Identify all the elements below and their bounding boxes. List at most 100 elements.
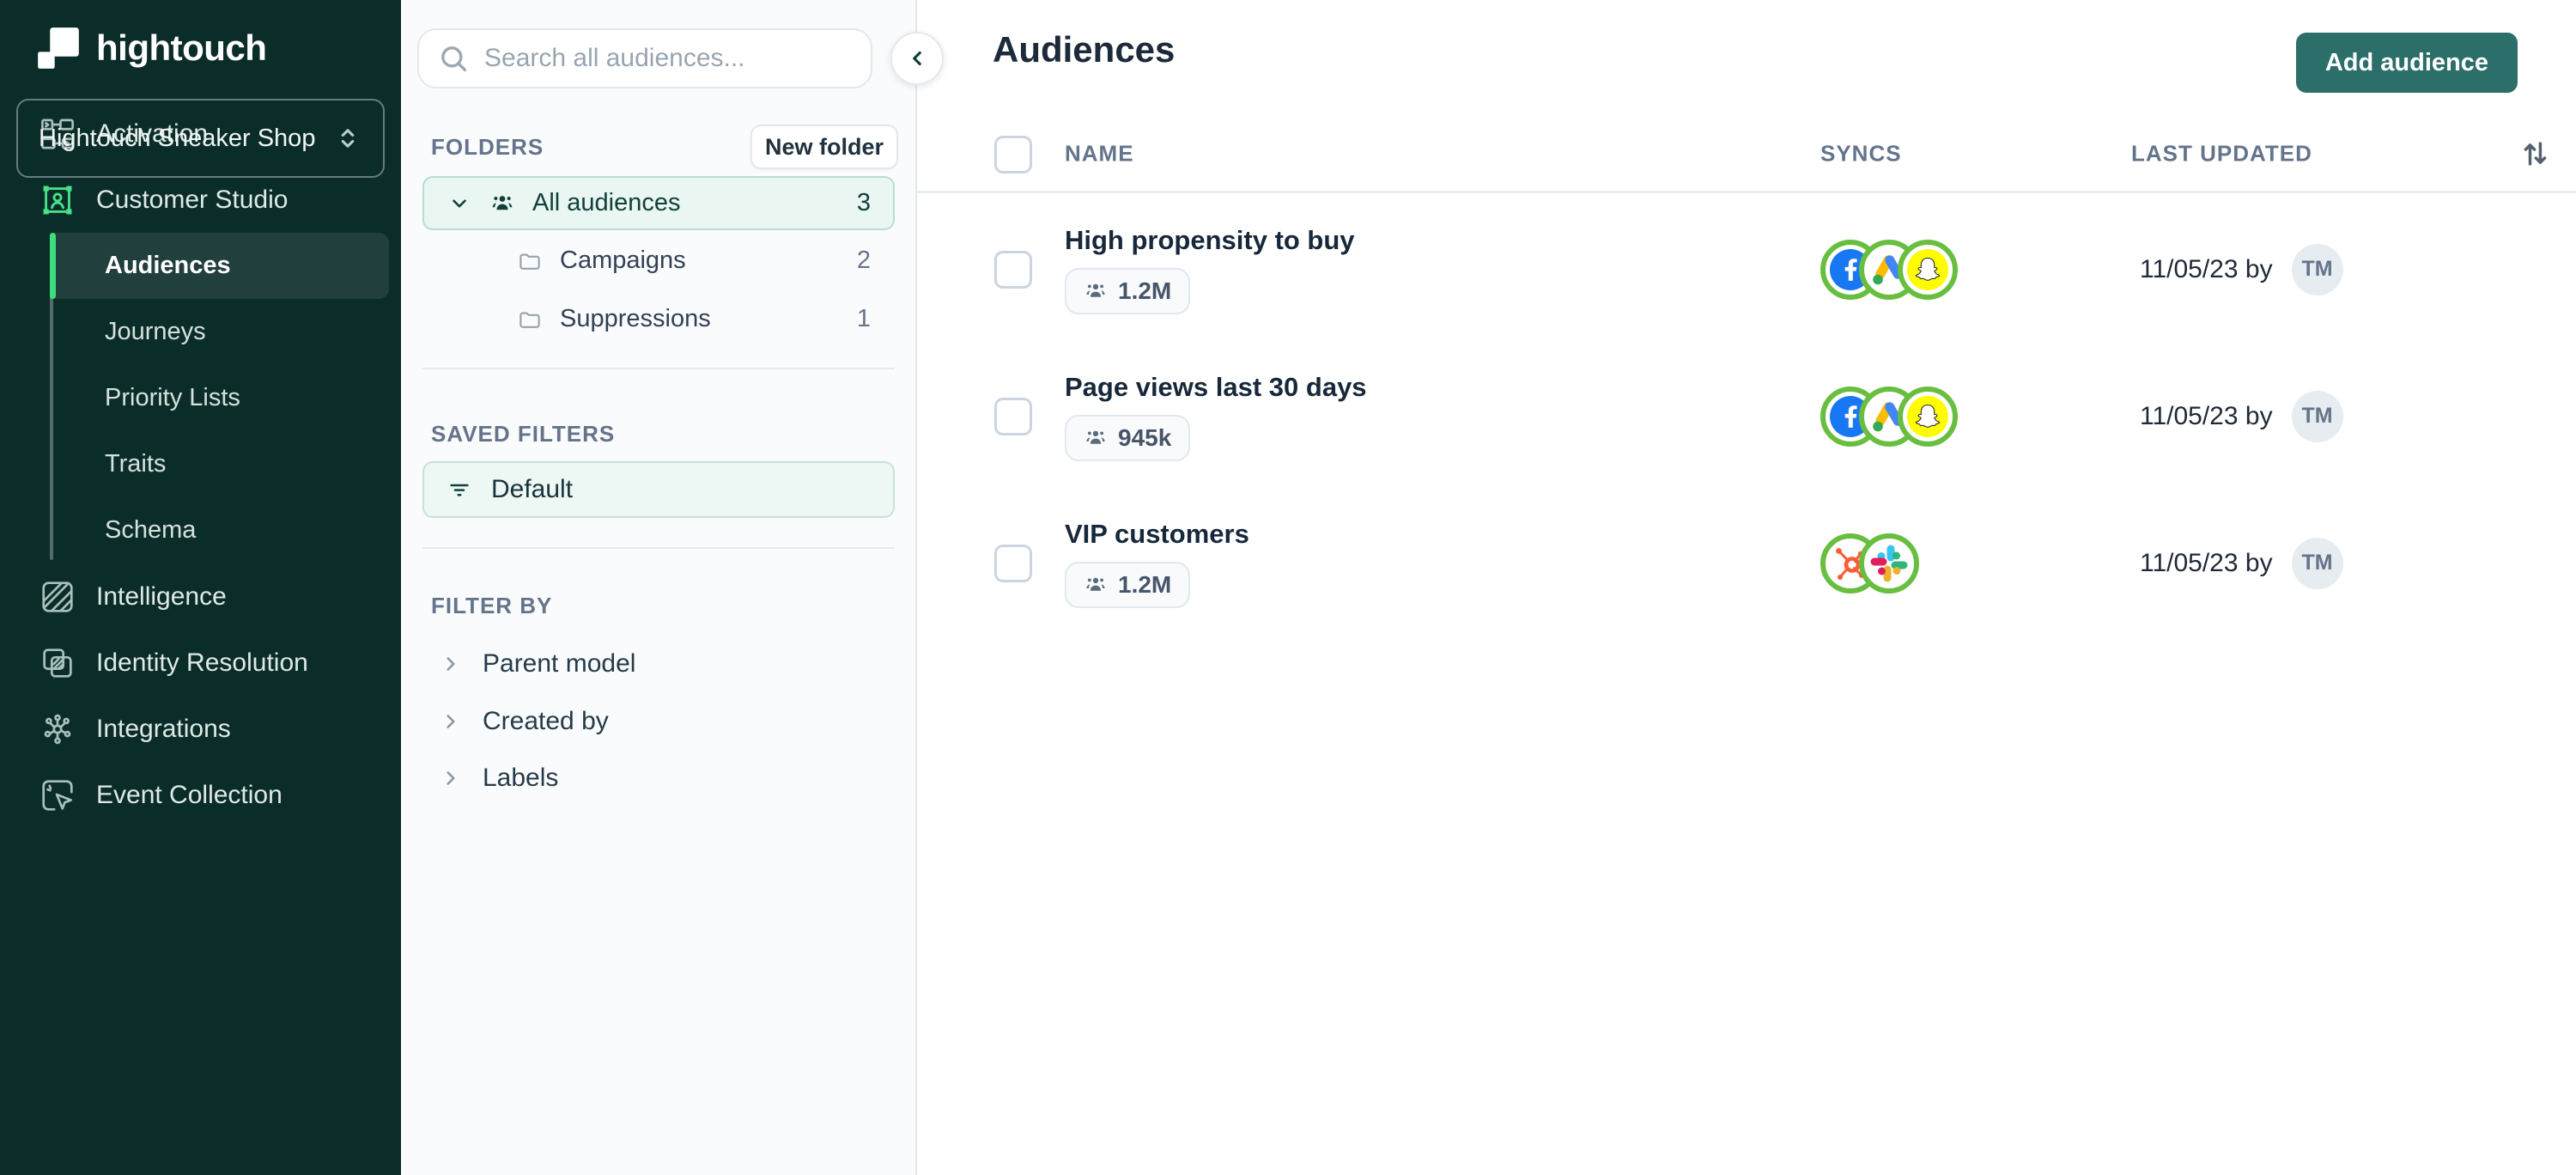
sidebar-item-schema[interactable]: Schema: [50, 497, 389, 563]
panel-divider: [422, 368, 895, 369]
filter-by-label: Labels: [483, 764, 559, 792]
avatar: TM: [2291, 390, 2343, 442]
collapse-panel-button[interactable]: [890, 32, 944, 85]
folder-all-audiences[interactable]: All audiences 3: [422, 176, 895, 230]
filter-panel: FOLDERS New folder All audiences 3 Campa…: [401, 0, 917, 1175]
audience-name[interactable]: VIP customers: [1065, 519, 1249, 550]
workspace-selector[interactable]: Hightouch Sneaker Shop: [16, 99, 385, 178]
users-icon: [1086, 283, 1105, 297]
saved-filters-title: SAVED FILTERS: [431, 421, 616, 447]
folder-label: All audiences: [532, 189, 681, 216]
sidebar-item-label: Event Collection: [96, 780, 283, 809]
column-header-name: NAME: [1065, 140, 1134, 167]
chevron-left-icon: [913, 51, 921, 66]
audience-name-block: Page views last 30 days 945k: [1065, 372, 1367, 461]
sort-icon[interactable]: [2516, 135, 2554, 173]
last-updated-cell: 11/05/23 by TM: [2140, 537, 2343, 589]
sidebar-item-event-collection[interactable]: Event Collection: [0, 762, 401, 828]
sync-destinations: [1820, 533, 1919, 594]
chevron-right-icon: [447, 771, 455, 785]
last-updated-text: 11/05/23 by: [2140, 254, 2273, 283]
table-header: NAME SYNCS LAST UPDATED: [917, 117, 2576, 193]
audience-name-block: VIP customers 1.2M: [1065, 519, 1249, 608]
sidebar-item-priority-lists[interactable]: Priority Lists: [50, 365, 389, 431]
sidebar-item-label: Identity Resolution: [96, 648, 308, 677]
sidebar-item-identity-resolution[interactable]: Identity Resolution: [0, 630, 401, 696]
audience-users-icon: [492, 195, 513, 210]
sidebar-item-intelligence[interactable]: Intelligence: [0, 563, 401, 630]
sidebar-item-label: Audiences: [105, 252, 231, 279]
audience-name[interactable]: High propensity to buy: [1065, 225, 1355, 256]
snapchat-icon: [1898, 239, 1958, 300]
folder-count: 1: [856, 305, 871, 332]
panel-divider: [422, 547, 895, 549]
sync-destinations: [1820, 386, 1958, 447]
last-updated-cell: 11/05/23 by TM: [2140, 243, 2343, 295]
sidebar-item-label: Journeys: [105, 318, 206, 345]
workspace-name: Hightouch Sneaker Shop: [39, 124, 316, 152]
users-icon: [1086, 430, 1105, 444]
main-content: Audiences Add audience NAME SYNCS LAST U…: [917, 0, 2576, 1175]
saved-filter-default[interactable]: Default: [422, 461, 895, 518]
avatar: TM: [2291, 537, 2343, 589]
audience-table-rows: High propensity to buy 1.2M 11/05/23 by …: [917, 196, 2576, 636]
column-header-last-updated: LAST UPDATED: [2131, 140, 2312, 167]
folder-icon: [519, 253, 540, 270]
chevron-down-icon: [453, 198, 466, 208]
hightouch-logo: hightouch: [0, 0, 401, 70]
column-header-syncs: SYNCS: [1820, 140, 1902, 167]
folder-campaigns[interactable]: Campaigns 2: [422, 234, 895, 288]
sidebar-item-label: Customer Studio: [96, 185, 289, 214]
table-row[interactable]: High propensity to buy 1.2M 11/05/23 by …: [917, 196, 2576, 343]
customer-studio-icon: [38, 180, 77, 220]
row-checkbox[interactable]: [994, 397, 1032, 435]
logo-wordmark: hightouch: [96, 27, 267, 68]
app-root: hightouch Hightouch Sneaker Shop Activat…: [0, 0, 2576, 1175]
sidebar-item-journeys[interactable]: Journeys: [50, 299, 389, 365]
audience-size: 945k: [1118, 423, 1172, 451]
row-checkbox[interactable]: [994, 250, 1032, 289]
avatar: TM: [2291, 243, 2343, 295]
folder-label: Suppressions: [560, 305, 711, 332]
select-all-checkbox[interactable]: [994, 136, 1032, 174]
sidebar-item-integrations[interactable]: Integrations: [0, 696, 401, 762]
sidebar-item-label: Priority Lists: [105, 384, 240, 411]
add-audience-button[interactable]: Add audience: [2295, 33, 2518, 93]
audience-size: 1.2M: [1118, 570, 1172, 598]
sidebar-nav: Activation Customer Studio Audiences Jou…: [0, 100, 401, 828]
filter-by-parent-model[interactable]: Parent model: [440, 636, 886, 692]
sidebar-item-label: Schema: [105, 516, 197, 544]
filter-by-created-by[interactable]: Created by: [440, 693, 886, 750]
audience-name-block: High propensity to buy 1.2M: [1065, 225, 1355, 314]
new-folder-button[interactable]: New folder: [750, 125, 898, 169]
row-checkbox[interactable]: [994, 544, 1032, 582]
folder-count: 2: [856, 247, 871, 274]
sidebar-item-label: Intelligence: [96, 581, 227, 611]
last-updated-cell: 11/05/23 by TM: [2140, 390, 2343, 442]
table-row[interactable]: VIP customers 1.2M 11/05/23 by TM: [917, 490, 2576, 636]
audience-name[interactable]: Page views last 30 days: [1065, 372, 1367, 403]
audience-size: 1.2M: [1118, 277, 1172, 304]
slack-icon: [1859, 533, 1919, 594]
sidebar-item-label: Integrations: [96, 714, 231, 743]
audience-size-badge: 945k: [1065, 414, 1191, 461]
folder-count: 3: [856, 189, 871, 216]
filter-by-labels[interactable]: Labels: [440, 750, 886, 807]
chevron-right-icon: [447, 715, 455, 728]
filter-by-label: Created by: [483, 707, 609, 735]
identity-resolution-icon: [38, 643, 77, 683]
search-box: [417, 28, 872, 88]
table-row[interactable]: Page views last 30 days 945k 11/05/23 by…: [917, 343, 2576, 490]
sidebar-item-traits[interactable]: Traits: [50, 431, 389, 497]
audience-size-badge: 1.2M: [1065, 267, 1191, 314]
audience-size-badge: 1.2M: [1065, 561, 1191, 608]
saved-filter-label: Default: [491, 475, 574, 503]
search-input[interactable]: [484, 44, 854, 73]
sidebar-item-audiences[interactable]: Audiences: [50, 233, 389, 299]
page-title: Audiences: [993, 29, 1176, 70]
intelligence-icon: [38, 577, 77, 617]
snapchat-icon: [1898, 386, 1958, 447]
filter-lines-icon: [450, 484, 469, 496]
sync-destinations: [1820, 239, 1958, 300]
folder-suppressions[interactable]: Suppressions 1: [422, 292, 895, 346]
